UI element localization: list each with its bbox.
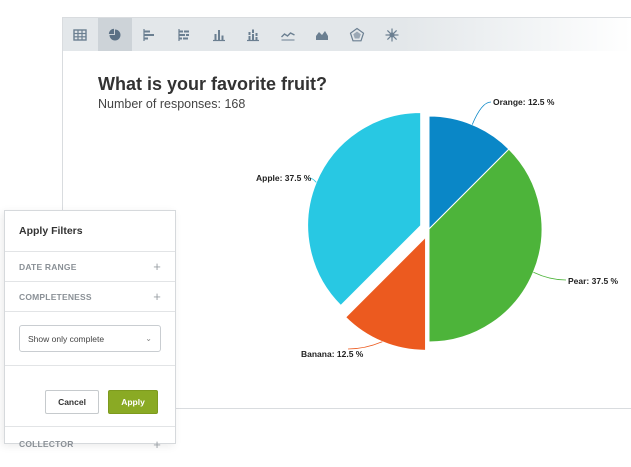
chevron-down-icon: ⌄ [145,334,152,343]
plus-icon[interactable]: + [153,289,161,304]
plus-icon[interactable]: + [153,437,161,452]
completeness-select-value: Show only complete [28,333,105,344]
date-range-label: DATE RANGE [19,261,77,272]
label-connector-orange [471,101,492,125]
collector-label: COLLECTOR [19,439,74,449]
label-connector-pear [533,271,567,281]
label-connector-banana [347,341,383,350]
pie-label-apple: Apple: 37.5 % [256,173,312,183]
collector-filter[interactable]: COLLECTOR + [5,429,175,459]
pie-label-orange: Orange: 12.5 % [493,97,555,107]
plus-icon[interactable]: + [153,259,161,274]
completeness-select-container: Show only complete ⌄ [5,312,175,366]
completeness-filter[interactable]: COMPLETENESS + [5,282,175,312]
cancel-button[interactable]: Cancel [45,390,99,414]
date-range-filter[interactable]: DATE RANGE + [5,252,175,282]
filters-panel: Apply Filters DATE RANGE + COMPLETENESS … [4,210,176,452]
apply-button[interactable]: Apply [108,390,158,414]
filter-actions: Cancel Apply [5,378,175,427]
completeness-select[interactable]: Show only complete ⌄ [19,325,161,352]
pie-label-pear: Pear: 37.5 % [568,276,619,286]
filters-title: Apply Filters [5,211,175,252]
completeness-label: COMPLETENESS [19,291,92,302]
pie-label-banana: Banana: 12.5 % [301,349,364,359]
